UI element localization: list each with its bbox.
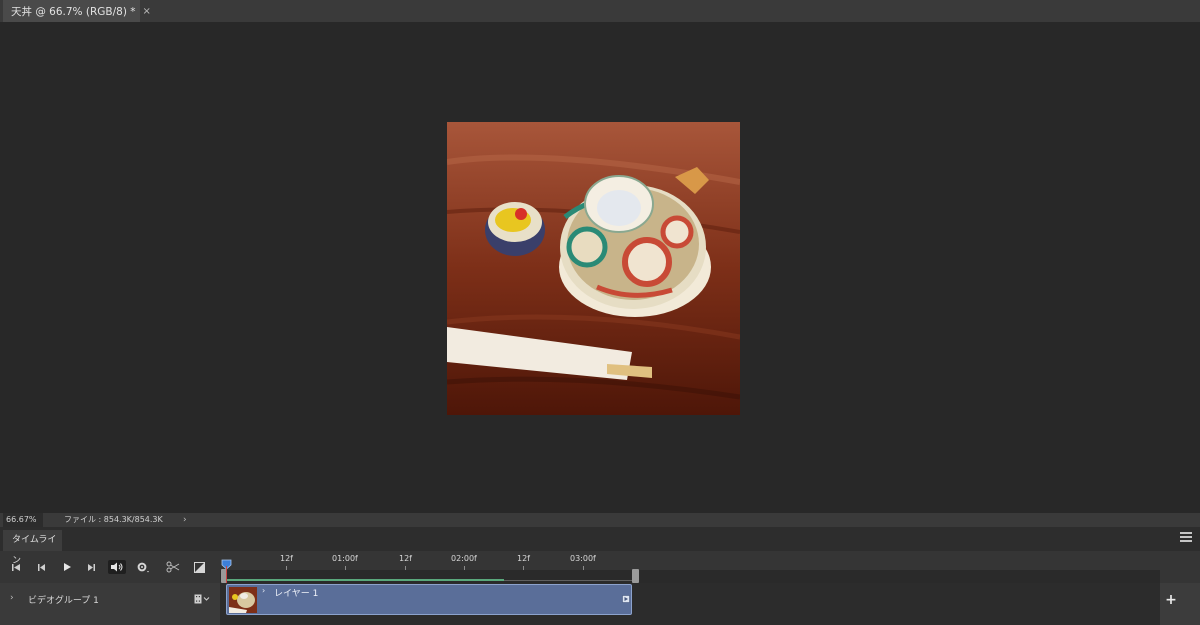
time-ruler[interactable]: [220, 552, 1160, 570]
document-tab[interactable]: 天丼 @ 66.7% (RGB/8) * ×: [3, 0, 151, 22]
file-size-info: ファイル : 854.3K/854.3K: [64, 515, 163, 524]
prev-frame-icon[interactable]: [32, 560, 50, 574]
ruler-label: 03:00f: [570, 554, 596, 563]
ruler-label: 02:00f: [451, 554, 477, 563]
scissors-icon[interactable]: [164, 560, 182, 574]
clip-name: レイヤー 1: [274, 589, 319, 599]
status-menu-arrow[interactable]: ›: [183, 513, 187, 527]
speaker-icon[interactable]: [108, 560, 126, 574]
gear-icon[interactable]: [134, 560, 152, 574]
first-frame-icon[interactable]: [7, 560, 25, 574]
ruler-label: 12f: [399, 554, 412, 563]
document-tab-title: 天丼 @ 66.7% (RGB/8) *: [11, 5, 136, 18]
canvas-image: [447, 122, 740, 415]
chevron-right-icon[interactable]: ›: [10, 593, 14, 603]
clip-menu-icon[interactable]: [622, 588, 630, 603]
film-strip-icon[interactable]: [194, 594, 210, 607]
document-tab-bar: [0, 0, 1200, 22]
close-icon[interactable]: ×: [143, 6, 151, 17]
chevron-right-icon[interactable]: ›: [262, 586, 265, 595]
clip-thumbnail: [229, 587, 257, 613]
transition-icon[interactable]: [190, 560, 208, 574]
panel-menu-icon[interactable]: [1180, 532, 1192, 544]
next-frame-icon[interactable]: [83, 560, 101, 574]
track-name: ビデオグループ 1: [28, 596, 99, 606]
playhead-icon[interactable]: [221, 555, 232, 570]
timeline-right-header: [1160, 552, 1200, 583]
track-header-next: [0, 617, 220, 625]
tab-timeline[interactable]: タイムライン: [3, 530, 62, 566]
timeline-tab-strip: [0, 527, 1200, 551]
status-bar: 66.67% ファイル : 854.3K/854.3K ›: [0, 513, 1200, 527]
work-area-end-handle[interactable]: [632, 569, 639, 583]
work-area-rest: [504, 580, 634, 581]
ruler-label: 12f: [517, 554, 530, 563]
zoom-level-field[interactable]: 66.67%: [3, 513, 43, 527]
add-media-button[interactable]: +: [1163, 592, 1179, 608]
work-area-bar: [226, 579, 504, 581]
play-icon[interactable]: [58, 560, 76, 574]
ruler-label: 01:00f: [332, 554, 358, 563]
work-area-track[interactable]: [220, 570, 1160, 583]
ruler-label: 12f: [280, 554, 293, 563]
